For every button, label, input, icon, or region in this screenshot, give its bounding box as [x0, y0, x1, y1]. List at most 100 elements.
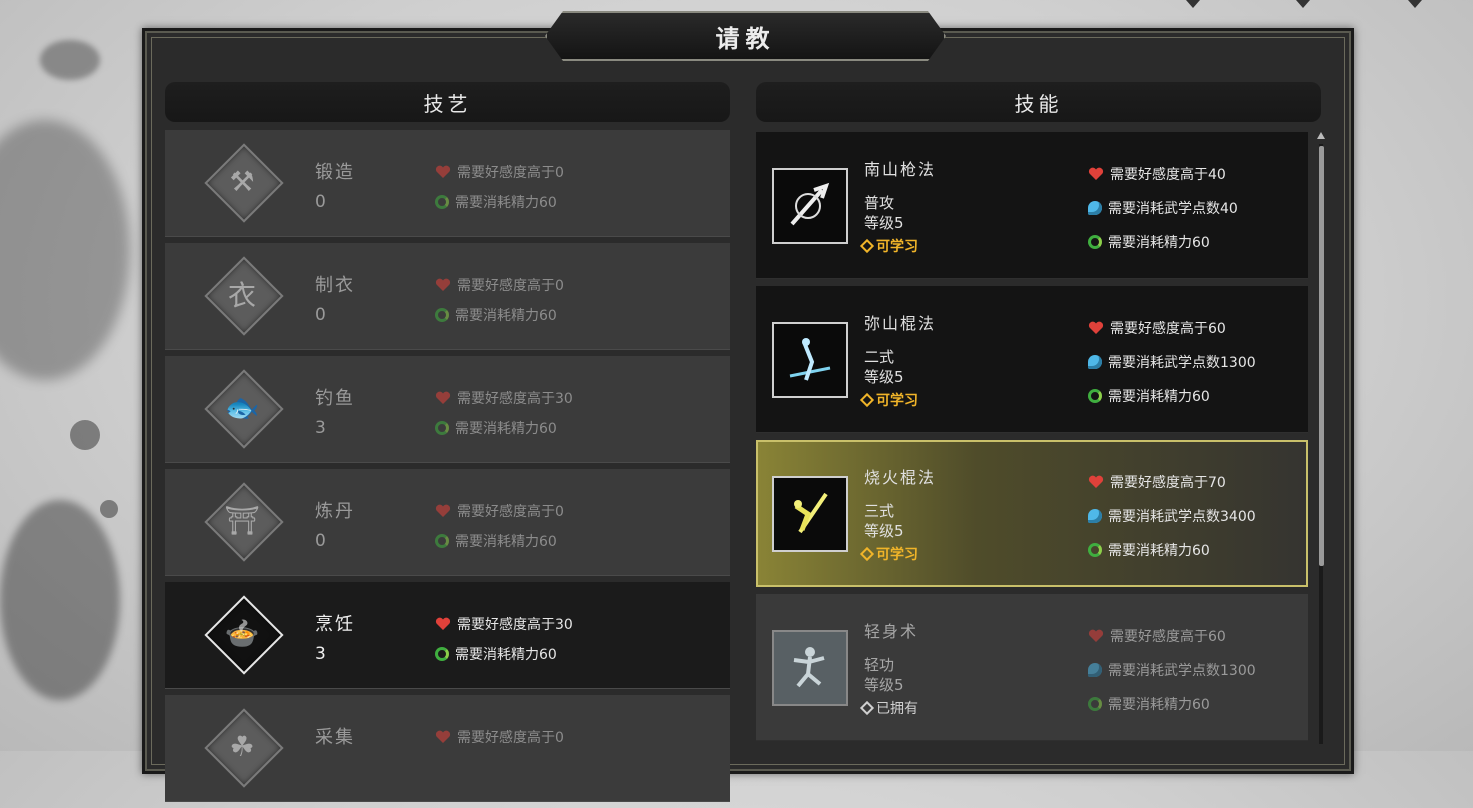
stamina-icon: [435, 195, 449, 209]
favor-requirement: 需要好感度高于30: [457, 617, 573, 633]
heart-icon: [1088, 475, 1104, 488]
crafts-list: ⚒ 锻造 0 需要好感度高于0 需要消耗精力60 衣 制衣 0 需要好感度高于0…: [165, 130, 730, 808]
stamina-requirement: 需要消耗精力60: [455, 647, 557, 663]
stamina-icon: [1088, 543, 1102, 557]
craft-level: 3: [315, 644, 326, 664]
stamina-requirement: 需要消耗精力60: [455, 421, 557, 437]
stamina-icon: [435, 647, 449, 661]
heart-icon: [435, 730, 451, 743]
points-requirement: 需要消耗武学点数40: [1108, 201, 1238, 217]
favor-requirement: 需要好感度高于0: [457, 730, 564, 746]
status-diamond-icon: [859, 238, 875, 254]
stamina-icon: [435, 421, 449, 435]
scroll-thumb[interactable]: [1319, 146, 1324, 566]
skill-type: 二式: [864, 348, 895, 366]
stamina-requirement: 需要消耗精力60: [1108, 697, 1210, 713]
dialog-title: 请教: [715, 23, 776, 53]
favor-requirement: 需要好感度高于0: [457, 278, 564, 294]
skill-item-nanshan-spear[interactable]: 南山枪法 普攻 等级5 可学习 需要好感度高于40 需要消耗武学点数40 需要消…: [756, 132, 1308, 279]
skill-level: 等级5: [864, 676, 904, 694]
status-diamond-icon: [859, 546, 875, 562]
heart-icon: [435, 617, 451, 630]
craft-item-tailoring[interactable]: 衣 制衣 0 需要好感度高于0 需要消耗精力60: [165, 243, 730, 350]
skills-list: 南山枪法 普攻 等级5 可学习 需要好感度高于40 需要消耗武学点数40 需要消…: [756, 132, 1308, 752]
ink-splash: [40, 40, 100, 80]
martial-points-icon: [1088, 355, 1102, 369]
favor-requirement: 需要好感度高于0: [457, 504, 564, 520]
craft-level: 3: [315, 418, 326, 438]
heart-icon: [1088, 321, 1104, 334]
skill-status: 已拥有: [876, 701, 918, 717]
skill-status: 可学习: [876, 239, 918, 255]
skills-scrollbar[interactable]: [1316, 132, 1326, 752]
points-requirement: 需要消耗武学点数1300: [1108, 663, 1256, 679]
craft-item-fishing[interactable]: 🐟 钓鱼 3 需要好感度高于30 需要消耗精力60: [165, 356, 730, 463]
skill-type: 轻功: [864, 656, 895, 674]
skill-status: 可学习: [876, 547, 918, 563]
staff-skill-icon: [772, 322, 848, 398]
ink-splash: [0, 120, 130, 380]
craft-item-gathering[interactable]: ☘ 采集 需要好感度高于0: [165, 695, 730, 802]
top-bar-ornament: [1296, 0, 1310, 8]
martial-points-icon: [1088, 509, 1102, 523]
skill-name: 轻身术: [864, 622, 919, 641]
stamina-requirement: 需要消耗精力60: [455, 195, 557, 211]
favor-requirement: 需要好感度高于60: [1110, 629, 1226, 645]
cooking-bowl-icon: 🍲: [204, 595, 284, 675]
stamina-requirement: 需要消耗精力60: [1108, 543, 1210, 559]
skill-item-shaohuo-staff[interactable]: 烧火棍法 三式 等级5 可学习 需要好感度高于70 需要消耗武学点数3400 需…: [756, 440, 1308, 587]
martial-points-icon: [1088, 201, 1102, 215]
heart-icon: [1088, 167, 1104, 180]
fire-staff-skill-icon: [772, 476, 848, 552]
skill-name: 烧火棍法: [864, 468, 937, 487]
craft-name: 炼丹: [315, 501, 355, 522]
lightness-skill-icon: [772, 630, 848, 706]
craft-name: 钓鱼: [315, 388, 355, 409]
skill-level: 等级5: [864, 522, 904, 540]
favor-requirement: 需要好感度高于40: [1110, 167, 1226, 183]
skill-name: 弥山棍法: [864, 314, 937, 333]
heart-icon: [1088, 629, 1104, 642]
craft-item-alchemy[interactable]: ⛩ 炼丹 0 需要好感度高于0 需要消耗精力60: [165, 469, 730, 576]
heart-icon: [435, 278, 451, 291]
skill-level: 等级5: [864, 368, 904, 386]
stamina-icon: [435, 534, 449, 548]
stamina-icon: [1088, 389, 1102, 403]
heart-icon: [435, 504, 451, 517]
skill-item-mishan-staff[interactable]: 弥山棍法 二式 等级5 可学习 需要好感度高于60 需要消耗武学点数1300 需…: [756, 286, 1308, 433]
stamina-requirement: 需要消耗精力60: [1108, 235, 1210, 251]
craft-item-forging[interactable]: ⚒ 锻造 0 需要好感度高于0 需要消耗精力60: [165, 130, 730, 237]
craft-level: 0: [315, 531, 326, 551]
heart-icon: [435, 391, 451, 404]
skill-name: 南山枪法: [864, 160, 937, 179]
anvil-icon: ⚒: [204, 143, 284, 223]
stamina-requirement: 需要消耗精力60: [455, 308, 557, 324]
crafts-header: 技艺: [165, 82, 730, 122]
skill-item-lightness-art[interactable]: 轻身术 轻功 等级5 已拥有 需要好感度高于60 需要消耗武学点数1300 需要…: [756, 594, 1308, 741]
heart-icon: [435, 165, 451, 178]
top-bar-ornament: [1408, 0, 1422, 8]
favor-requirement: 需要好感度高于0: [457, 165, 564, 181]
craft-level: 0: [315, 192, 326, 212]
points-requirement: 需要消耗武学点数3400: [1108, 509, 1256, 525]
favor-requirement: 需要好感度高于70: [1110, 475, 1226, 491]
clothing-icon: 衣: [204, 256, 284, 336]
spear-skill-icon: [772, 168, 848, 244]
skill-status: 可学习: [876, 393, 918, 409]
craft-level: 0: [315, 305, 326, 325]
ink-splash: [70, 420, 100, 450]
craft-item-cooking[interactable]: 🍲 烹饪 3 需要好感度高于30 需要消耗精力60: [165, 582, 730, 689]
craft-name: 锻造: [315, 162, 355, 183]
scroll-up-arrow-icon[interactable]: [1317, 132, 1325, 139]
craft-name: 采集: [315, 727, 355, 748]
martial-points-icon: [1088, 663, 1102, 677]
favor-requirement: 需要好感度高于60: [1110, 321, 1226, 337]
dialog-title-plate: 请教: [545, 11, 946, 61]
craft-name: 制衣: [315, 275, 355, 296]
furnace-icon: ⛩: [204, 482, 284, 562]
ink-splash: [0, 500, 120, 700]
skill-level: 等级5: [864, 214, 904, 232]
stamina-icon: [1088, 697, 1102, 711]
stamina-requirement: 需要消耗精力60: [1108, 389, 1210, 405]
fish-icon: 🐟: [204, 369, 284, 449]
